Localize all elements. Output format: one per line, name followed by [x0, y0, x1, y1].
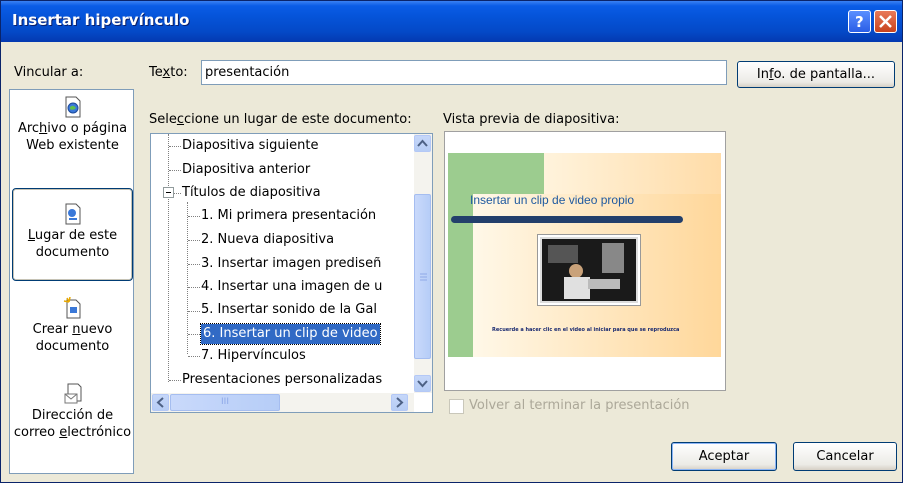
cancel-button[interactable]: Cancelar	[793, 442, 897, 471]
tree-item[interactable]: Diapositiva anterior	[182, 160, 310, 180]
ok-button[interactable]: Aceptar	[671, 442, 777, 471]
tree-item[interactable]: Diapositiva siguiente	[182, 136, 319, 156]
svg-text:?: ?	[855, 14, 864, 29]
email-address-icon	[64, 383, 81, 404]
arrow-left-icon	[156, 397, 164, 408]
tree-item[interactable]: 7. Hipervínculos	[201, 346, 306, 366]
scroll-up-button[interactable]	[414, 135, 431, 152]
slide-title: Insertar un clip de video propio	[470, 193, 635, 207]
scroll-thumb[interactable]	[414, 194, 431, 359]
slide-caption: Recuerde a hacer clic en el video al ini…	[492, 327, 680, 333]
close-icon	[879, 15, 892, 28]
help-icon: ?	[855, 14, 864, 29]
nav-place-in-document[interactable]: Lugar de este documento	[12, 188, 133, 281]
scroll-down-button[interactable]	[414, 375, 431, 392]
insert-hyperlink-dialog: Insertar hipervínculo ? Vincular a: Text…	[0, 0, 903, 483]
text-label: Texto:	[149, 65, 188, 80]
tree-item[interactable]: 1. Mi primera presentación	[201, 206, 376, 226]
place-heading: Seleccione un lugar de este documento:	[149, 112, 412, 127]
return-checkbox[interactable]	[449, 399, 464, 414]
slide-title-bar	[451, 216, 683, 223]
tree-item[interactable]: 2. Nueva diapositiva	[201, 230, 334, 250]
tree-item[interactable]: 5. Insertar sonido de la Gal	[201, 300, 377, 320]
scroll-left-button[interactable]	[152, 394, 169, 411]
nav-email-address[interactable]: Dirección de correo electrónico	[12, 383, 133, 471]
document-place-icon	[65, 203, 80, 225]
text-input-value: presentación	[205, 65, 290, 80]
tree-item[interactable]: 4. Insertar una imagen de u	[201, 277, 382, 297]
title-bar[interactable]: Insertar hipervínculo ?	[1, 1, 902, 42]
slide-preview: Insertar un clip de video propio Recuerd…	[448, 153, 721, 357]
screentip-button[interactable]: Info. de pantalla...	[737, 61, 895, 88]
nav-new-document[interactable]: Crear nuevo documento	[12, 297, 133, 371]
horizontal-scrollbar[interactable]: III	[151, 393, 414, 412]
arrow-up-icon	[417, 139, 428, 147]
slide-video-thumbnail	[537, 234, 641, 306]
return-checkbox-label: Volver al terminar la presentación	[469, 398, 690, 413]
hscroll-thumb[interactable]: III	[170, 394, 280, 411]
arrow-down-icon	[417, 380, 428, 388]
tree-item[interactable]: Títulos de diapositiva	[182, 183, 321, 203]
grip-icon	[420, 273, 427, 281]
link-type-bar: Archivo o página Web existente Lugar de …	[9, 89, 134, 474]
file-web-icon	[65, 96, 80, 118]
tree-item[interactable]: 3. Insertar imagen prediseñ	[201, 254, 381, 274]
close-button[interactable]	[874, 10, 897, 33]
window-title: Insertar hipervínculo	[12, 11, 190, 29]
collapse-toggle[interactable]	[163, 187, 174, 198]
vertical-scrollbar[interactable]	[414, 134, 432, 393]
tree-item-selected[interactable]: 6. Insertar un clip de video	[200, 323, 381, 345]
help-button[interactable]: ?	[848, 10, 871, 33]
link-to-label: Vincular a:	[14, 65, 84, 80]
nav-existing-file[interactable]: Archivo o página Web existente	[12, 96, 133, 182]
text-input[interactable]: presentación	[201, 60, 727, 85]
arrow-right-icon	[396, 397, 404, 408]
document-place-tree[interactable]: Diapositiva siguiente Diapositiva anteri…	[150, 133, 433, 413]
new-document-icon	[63, 297, 80, 319]
tree-item[interactable]: Presentaciones personalizadas	[182, 370, 382, 390]
preview-heading: Vista previa de diapositiva:	[443, 112, 620, 127]
scroll-right-button[interactable]	[391, 394, 408, 411]
